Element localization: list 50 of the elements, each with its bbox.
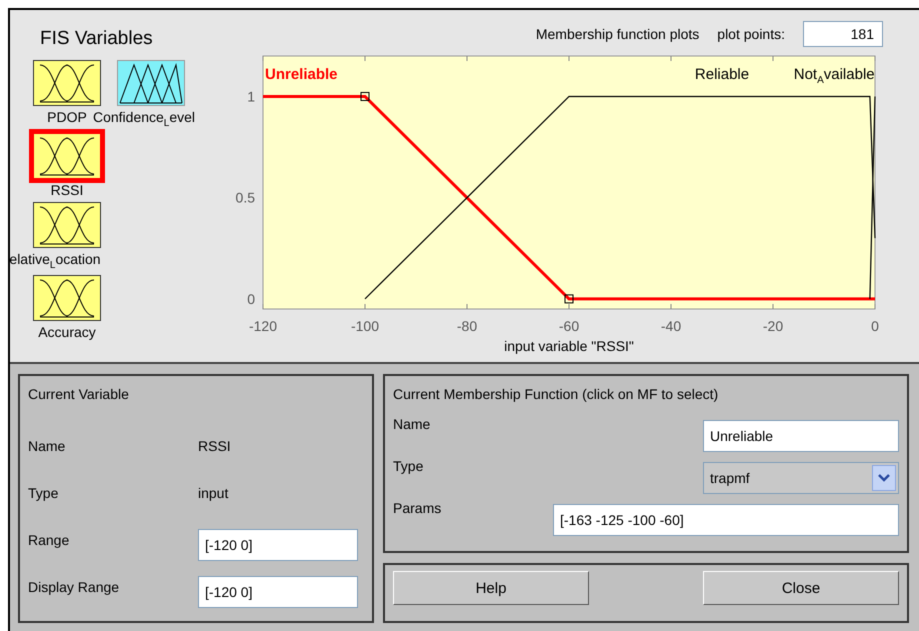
field-label: Name bbox=[393, 416, 432, 432]
variable-label: RSSI bbox=[50, 182, 84, 198]
mf-line[interactable] bbox=[869, 96, 876, 299]
variable-label: Confidence$_{L}$evel bbox=[92, 109, 196, 129]
panel-title: Current Variable bbox=[28, 386, 130, 402]
field-label: Range bbox=[28, 532, 70, 548]
mf-handle[interactable] bbox=[360, 92, 370, 101]
name-field[interactable]: Unreliable bbox=[703, 420, 899, 452]
mf-label: Unreliable bbox=[265, 66, 338, 83]
field-value: input bbox=[198, 484, 230, 500]
panel-title: FIS Variables bbox=[40, 28, 154, 50]
caret-icon[interactable] bbox=[872, 465, 896, 491]
variable-label: elative$_{L}$ocation bbox=[10, 250, 101, 271]
variable-label: PDOP bbox=[47, 109, 87, 125]
x-tick-label: -120 bbox=[248, 318, 278, 334]
x-axis-label: input variable "RSSI" bbox=[504, 338, 634, 354]
field-label: Params bbox=[393, 500, 442, 516]
bell-mf-icon[interactable] bbox=[33, 274, 101, 321]
y-tick-label: 0 bbox=[247, 290, 255, 307]
field-value: RSSI bbox=[198, 438, 232, 454]
range-field[interactable]: [-120 0] bbox=[198, 576, 358, 608]
x-tick-label: -40 bbox=[660, 318, 682, 334]
field-label: Type bbox=[28, 484, 60, 500]
y-tick-label: 1 bbox=[247, 88, 255, 104]
plot-points-field[interactable]: 181 bbox=[803, 21, 883, 47]
type-dropdown[interactable]: trapmf bbox=[703, 462, 899, 494]
mf-handle[interactable] bbox=[564, 294, 574, 304]
field-label: Display Range bbox=[28, 578, 120, 594]
plot-title: Membership function plots bbox=[536, 26, 700, 42]
panel-title: Current Membership Function (click on MF to select) bbox=[393, 386, 720, 402]
range-field[interactable]: [-120 0] bbox=[198, 528, 358, 560]
field-label: Name bbox=[28, 438, 66, 454]
x-tick-label: 0 bbox=[871, 318, 879, 334]
mf-label: Reliable bbox=[694, 66, 750, 83]
field-label: Type bbox=[393, 458, 424, 474]
help-button[interactable]: Help bbox=[393, 571, 589, 605]
variable-label: Accuracy bbox=[38, 324, 96, 340]
params-field[interactable]: [-163 -125 -100 -60] bbox=[553, 504, 899, 536]
triangle-mf-icon[interactable] bbox=[117, 60, 185, 106]
bell-mf-icon[interactable] bbox=[29, 128, 105, 183]
x-tick-label: -60 bbox=[558, 318, 580, 334]
x-tick-label: -100 bbox=[350, 318, 380, 334]
bell-mf-icon[interactable] bbox=[33, 202, 101, 248]
x-tick-label: -80 bbox=[456, 318, 478, 334]
bell-mf-icon[interactable] bbox=[33, 60, 101, 106]
x-tick-label: -20 bbox=[762, 318, 784, 334]
mf-label: Not$_{A}$vailable bbox=[794, 66, 875, 86]
y-tick-label: 0.5 bbox=[236, 190, 255, 206]
close-button[interactable]: Close bbox=[703, 571, 899, 605]
plot-points-label: plot points: bbox=[717, 26, 785, 42]
